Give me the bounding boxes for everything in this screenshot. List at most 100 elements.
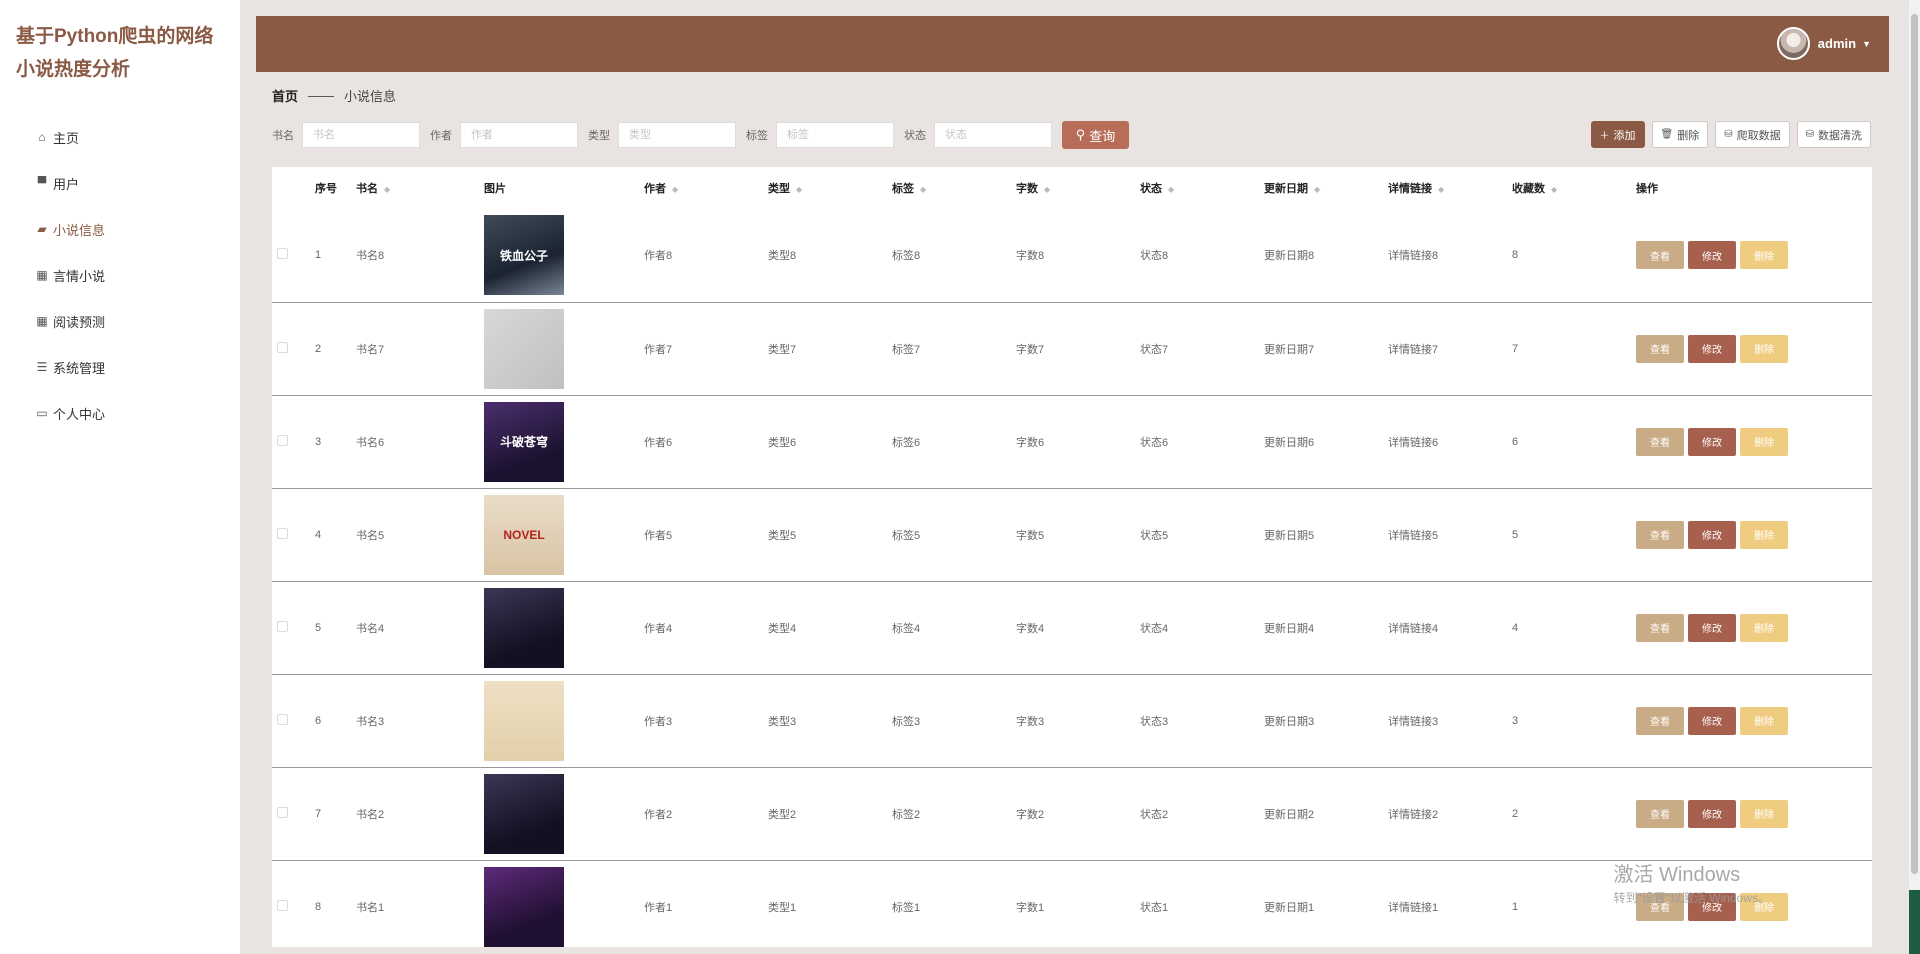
view-button[interactable]: 查看 xyxy=(1636,241,1684,270)
user-menu[interactable]: admin ▼ xyxy=(1776,27,1871,60)
column-date[interactable]: 更新日期 ◆ xyxy=(1264,167,1388,209)
view-button[interactable]: 查看 xyxy=(1636,520,1684,549)
row-checkbox[interactable] xyxy=(277,248,288,260)
view-button[interactable]: 查看 xyxy=(1636,706,1684,735)
cell-status: 状态8 xyxy=(1140,209,1264,303)
sidebar-item-home[interactable]: ⌂ 主页 xyxy=(0,114,240,160)
cell-author: 作者5 xyxy=(644,488,768,582)
sidebar-item-users[interactable]: ▀ 用户 xyxy=(0,160,240,206)
row-checkbox[interactable] xyxy=(277,713,288,725)
view-button[interactable]: 查看 xyxy=(1636,613,1684,642)
table-row: 2 书名7 作者7 类型7 标签7 字数7 状态7 更新日期7 详情链接7 7 查看 修改 删除 xyxy=(272,302,1872,396)
search-label-status: 状态 xyxy=(904,130,926,142)
cell-index: 6 xyxy=(315,674,356,768)
edit-button[interactable]: 修改 xyxy=(1688,334,1736,363)
search-input-author[interactable] xyxy=(460,122,578,148)
column-fav[interactable]: 收藏数 ◆ xyxy=(1512,167,1636,209)
home-icon: ⌂ xyxy=(38,130,46,144)
cell-author: 作者4 xyxy=(644,581,768,675)
search-button[interactable]: ⚲ 查询 xyxy=(1062,121,1129,149)
sidebar-item-novels[interactable]: ▰ 小说信息 xyxy=(0,206,240,252)
row-select[interactable] xyxy=(272,395,315,489)
sidebar-item-romance[interactable]: ▦ 言情小说 xyxy=(0,252,240,298)
cell-fav: 2 xyxy=(1512,767,1636,861)
row-delete-button[interactable]: 删除 xyxy=(1740,799,1788,828)
sidebar-item-prediction[interactable]: ▦ 阅读预测 xyxy=(0,298,240,344)
row-delete-button[interactable]: 删除 xyxy=(1740,613,1788,642)
column-type[interactable]: 类型 ◆ xyxy=(768,167,892,209)
edit-button[interactable]: 修改 xyxy=(1688,799,1736,828)
search-input-tag[interactable] xyxy=(776,122,894,148)
column-status[interactable]: 状态 ◆ xyxy=(1140,167,1264,209)
cell-cover: 铁血公子 xyxy=(484,209,644,303)
edit-button[interactable]: 修改 xyxy=(1688,613,1736,642)
row-checkbox[interactable] xyxy=(277,620,288,632)
row-checkbox[interactable] xyxy=(277,341,288,353)
sort-icon: ◆ xyxy=(1168,185,1175,194)
cell-actions: 查看 修改 删除 xyxy=(1636,302,1872,396)
column-tag[interactable]: 标签 ◆ xyxy=(892,167,1016,209)
column-words[interactable]: 字数 ◆ xyxy=(1016,167,1140,209)
breadcrumb-home[interactable]: 首页 xyxy=(272,86,298,105)
cover-image xyxy=(484,773,564,854)
cell-words: 字数3 xyxy=(1016,674,1140,768)
add-button[interactable]: ＋ 添加 xyxy=(1590,121,1645,148)
row-checkbox[interactable] xyxy=(277,899,288,911)
column-author[interactable]: 作者 ◆ xyxy=(644,167,768,209)
edit-button[interactable]: 修改 xyxy=(1688,427,1736,456)
cell-index: 8 xyxy=(315,900,322,913)
view-button[interactable]: 查看 xyxy=(1636,799,1684,828)
sidebar-item-profile[interactable]: ▭ 个人中心 xyxy=(0,390,240,436)
cell-date: 更新日期7 xyxy=(1264,302,1388,396)
search-input-type[interactable] xyxy=(618,122,736,148)
row-delete-button[interactable]: 删除 xyxy=(1740,706,1788,735)
delete-button[interactable]: 🗑 删除 xyxy=(1651,121,1709,148)
row-delete-button[interactable]: 删除 xyxy=(1740,241,1788,270)
view-button[interactable]: 查看 xyxy=(1636,334,1684,363)
search-label-author: 作者 xyxy=(430,130,452,142)
column-link[interactable]: 详情链接 ◆ xyxy=(1388,167,1512,209)
sidebar-item-system[interactable]: ☰ 系统管理 xyxy=(0,344,240,390)
view-button[interactable]: 查看 xyxy=(1636,427,1684,456)
sidebar-item-label: 系统管理 xyxy=(53,360,106,376)
row-checkbox[interactable] xyxy=(277,806,288,818)
edit-button[interactable]: 修改 xyxy=(1688,241,1736,270)
scrollbar[interactable] xyxy=(1909,0,1920,954)
cell-status: 状态6 xyxy=(1140,395,1264,489)
column-index: 序号 xyxy=(315,183,337,195)
windows-activation-watermark: 激活 Windows 转到"设置"以激活 Windows。 xyxy=(1613,858,1770,906)
cell-words: 字数4 xyxy=(1016,581,1140,675)
row-select[interactable] xyxy=(272,767,315,861)
table-row: 7 书名2 作者2 类型2 标签2 字数2 状态2 更新日期2 详情链接2 2 查看 修改 删除 xyxy=(272,767,1872,861)
row-select[interactable] xyxy=(272,674,315,768)
cell-type: 类型4 xyxy=(768,581,892,675)
row-delete-button[interactable]: 删除 xyxy=(1740,334,1788,363)
cell-link: 详情链接1 xyxy=(1388,901,1439,914)
row-checkbox[interactable] xyxy=(277,527,288,539)
cell-name: 书名8 xyxy=(356,209,484,303)
row-select[interactable] xyxy=(272,302,315,396)
watermark-title: 激活 Windows xyxy=(1613,864,1741,886)
row-delete-button[interactable]: 删除 xyxy=(1740,520,1788,549)
row-delete-button[interactable]: 删除 xyxy=(1740,427,1788,456)
table-header-row: 序号 书名 ◆ 图片 作者 ◆ 类型 ◆ 标签 ◆ 字数 ◆ 状态 ◆ 更新日期 ◆ 详情链接… xyxy=(272,167,1872,209)
row-select[interactable] xyxy=(272,860,315,947)
column-name[interactable]: 书名 ◆ xyxy=(356,167,484,209)
search-input-name[interactable] xyxy=(302,122,420,148)
row-select[interactable] xyxy=(272,488,315,582)
row-select[interactable] xyxy=(272,581,315,675)
crawl-button[interactable]: ⛁ 爬取数据 xyxy=(1715,121,1790,148)
edit-button[interactable]: 修改 xyxy=(1688,520,1736,549)
search-input-status[interactable] xyxy=(934,122,1052,148)
column-actions: 操作 xyxy=(1636,183,1658,195)
edit-button[interactable]: 修改 xyxy=(1688,706,1736,735)
row-select[interactable] xyxy=(272,209,315,303)
trash-icon: 🗑 xyxy=(1660,129,1674,140)
row-checkbox[interactable] xyxy=(277,434,288,446)
clean-button[interactable]: ⛁ 数据清洗 xyxy=(1796,121,1871,148)
cell-date: 更新日期4 xyxy=(1264,581,1388,675)
scrollbar-thumb[interactable] xyxy=(1911,14,1918,874)
select-all-column[interactable] xyxy=(272,167,315,209)
column-type-label: 类型 xyxy=(768,183,790,195)
database-icon: ⛁ xyxy=(1805,129,1814,140)
